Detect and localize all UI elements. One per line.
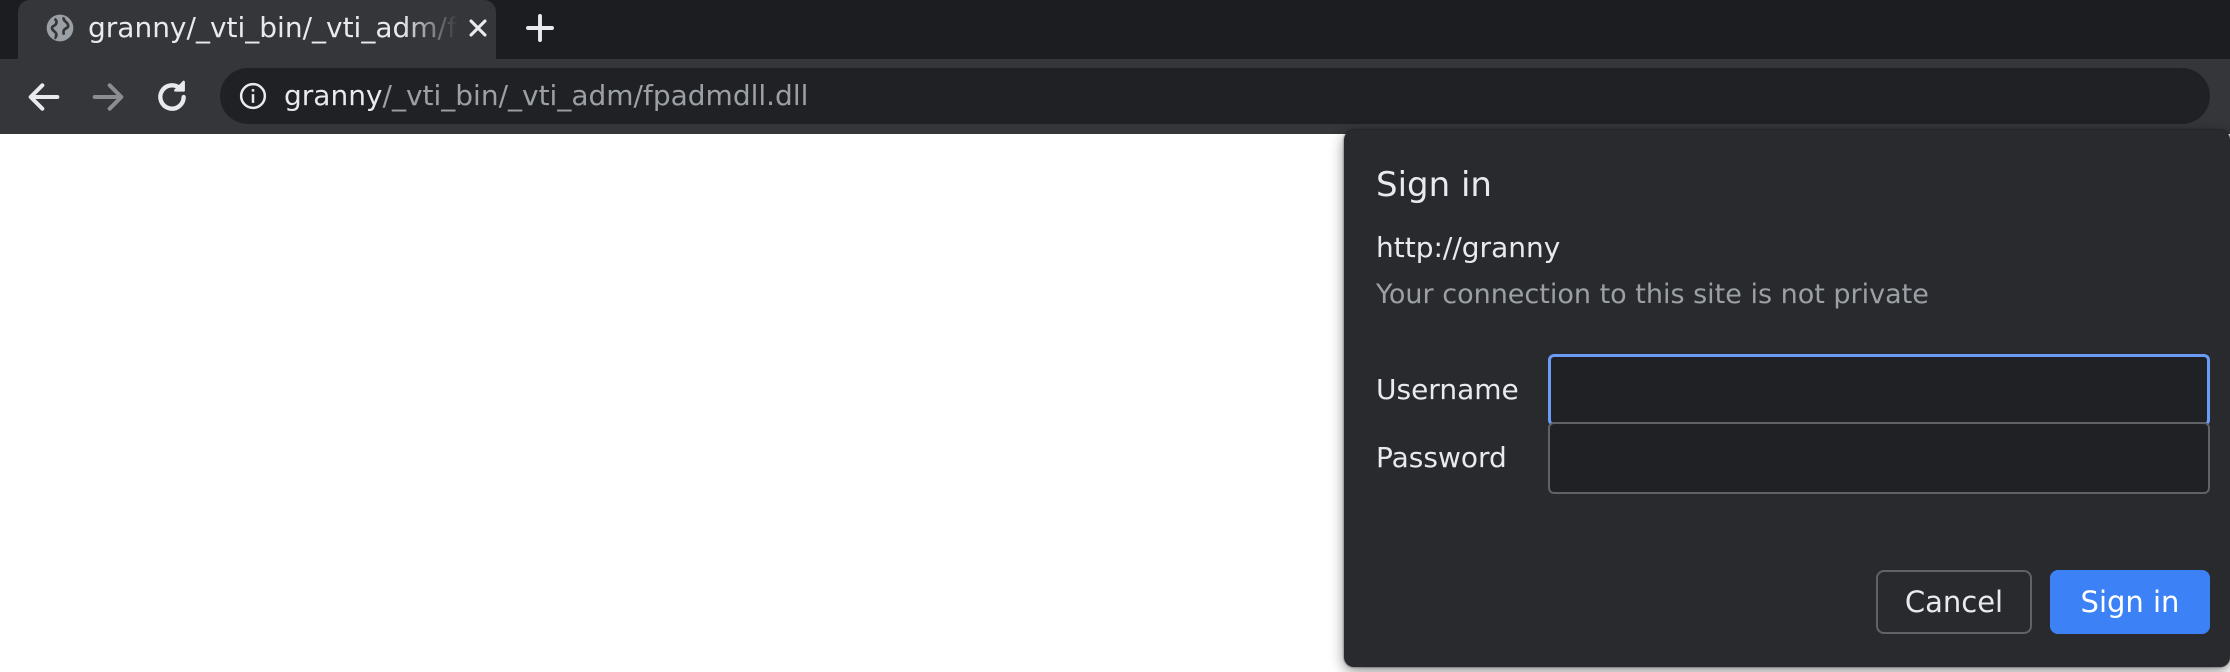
- url-path: /_vti_bin/_vti_adm/fpadmdll.dll: [382, 79, 809, 112]
- username-label: Username: [1376, 373, 1519, 406]
- url-text: granny/_vti_bin/_vti_adm/fpadmdll.dll: [284, 68, 808, 124]
- tab-title: granny/_vti_bin/_vti_adm/fpadmdll.dll: [88, 11, 458, 44]
- tab-strip: granny/_vti_bin/_vti_adm/fpadmdll.dll: [0, 0, 2230, 59]
- dialog-title: Sign in: [1376, 165, 1492, 205]
- url-host: granny: [284, 79, 383, 112]
- password-input[interactable]: [1548, 422, 2210, 494]
- globe-icon: [46, 14, 74, 42]
- username-input[interactable]: [1548, 354, 2210, 426]
- close-icon[interactable]: [464, 14, 492, 42]
- sign-in-button[interactable]: Sign in: [2050, 570, 2210, 634]
- arrow-left-icon[interactable]: [24, 77, 64, 117]
- cancel-button[interactable]: Cancel: [1876, 570, 2032, 634]
- info-icon[interactable]: [238, 81, 268, 111]
- password-label: Password: [1376, 441, 1507, 474]
- connection-warning: Your connection to this site is not priv…: [1376, 279, 1929, 310]
- dialog-origin: http://granny: [1376, 231, 1561, 264]
- plus-icon[interactable]: [522, 10, 558, 46]
- browser-toolbar: granny/_vti_bin/_vti_adm/fpadmdll.dll: [0, 59, 2230, 134]
- reload-icon[interactable]: [152, 77, 192, 117]
- address-bar[interactable]: granny/_vti_bin/_vti_adm/fpadmdll.dll: [220, 68, 2210, 124]
- browser-tab[interactable]: granny/_vti_bin/_vti_adm/fpadmdll.dll: [18, 0, 496, 59]
- arrow-right-icon[interactable]: [88, 77, 128, 117]
- sign-in-dialog: Sign in http://granny Your connection to…: [1344, 130, 2230, 667]
